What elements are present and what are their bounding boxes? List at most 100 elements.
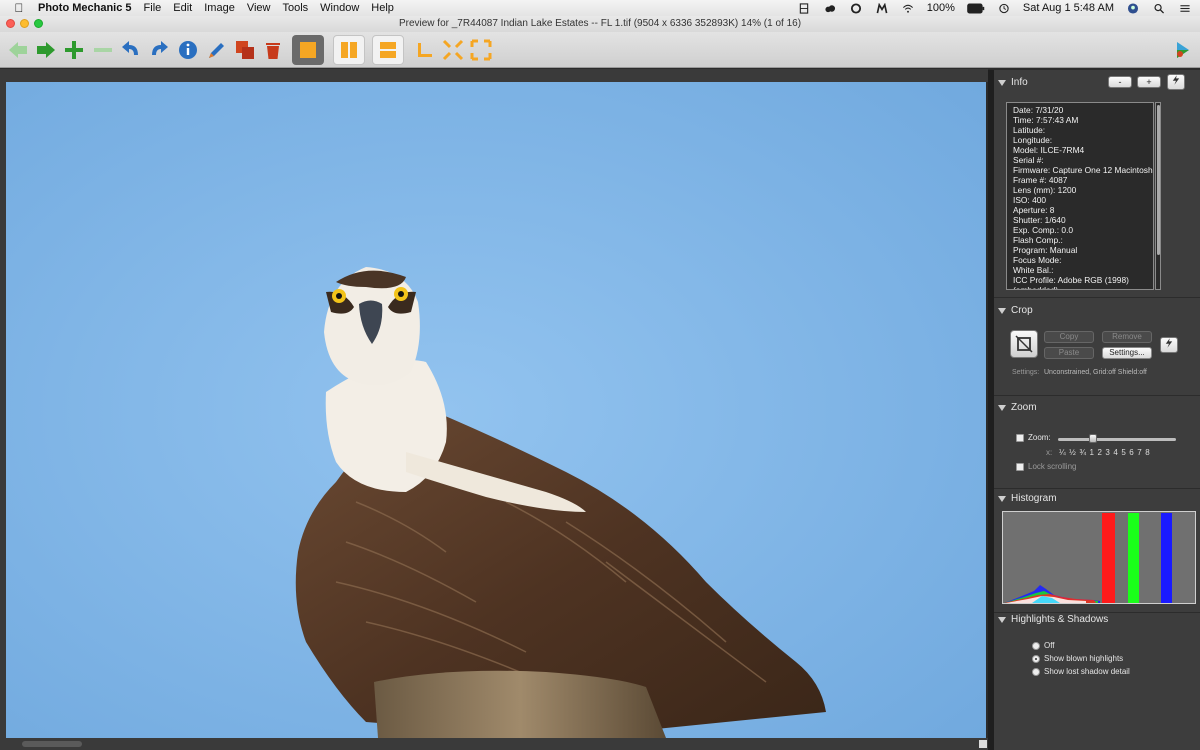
rotate-right-icon[interactable] [145,36,173,64]
zoom-scale-mark[interactable]: 8 [1145,448,1149,457]
menu-file[interactable]: File [138,2,168,14]
disclosure-triangle-icon[interactable] [998,79,1006,86]
edit-pen-icon[interactable] [202,36,230,64]
zoom-scale-mark[interactable]: 6 [1129,448,1133,457]
grammarly-icon[interactable] [849,2,863,14]
exif-line: (embedded) [1013,285,1059,290]
info-title: Info [1011,77,1028,88]
exif-line: Time: 7:57:43 AM [1013,115,1079,125]
menu-window[interactable]: Window [314,2,365,14]
single-view-icon[interactable] [292,35,324,65]
exif-line: Lens (mm): 1200 [1013,185,1077,195]
disclosure-triangle-icon[interactable] [998,616,1006,623]
image-preview[interactable] [6,82,986,738]
info-minus-button[interactable]: - [1108,76,1132,88]
exif-line: Frame #: 4087 [1013,175,1068,185]
zoom-scale-mark[interactable]: ½ [1069,448,1076,457]
info-section-header[interactable]: Info [998,77,1028,88]
zoom-section-header[interactable]: Zoom [998,402,1037,413]
highlights-off-radio[interactable] [1032,642,1040,650]
crop-settings-button[interactable]: Settings... [1102,347,1152,359]
zoom-scale-mark[interactable]: 3 [1105,448,1109,457]
resize-handle[interactable] [979,740,987,748]
zoom-scale-mark[interactable]: ¼ [1059,448,1066,457]
zoom-checkbox[interactable] [1016,434,1024,442]
exif-line: Focus Mode: [1013,255,1062,265]
disclosure-triangle-icon[interactable] [998,404,1006,411]
horizontal-scrollbar[interactable] [22,741,82,747]
info-icon[interactable] [174,36,202,64]
menu-help[interactable]: Help [365,2,400,14]
crop-section-header[interactable]: Crop [998,305,1033,316]
copy-icon[interactable] [231,36,259,64]
show-blown-highlights-radio[interactable] [1032,655,1040,663]
zoom-expand-icon[interactable] [467,36,495,64]
show-lost-shadow-radio[interactable] [1032,668,1040,676]
zoom-slider-track [1058,438,1176,441]
crop-corner-icon[interactable] [411,36,439,64]
crop-icon [1015,335,1033,353]
histogram-title: Histogram [1011,493,1057,504]
histogram-section-header[interactable]: Histogram [998,493,1057,504]
zoom-slider-thumb[interactable] [1089,434,1097,443]
exif-line: Shutter: 1/640 [1013,215,1066,225]
highlights-section-header[interactable]: Highlights & Shadows [998,614,1108,625]
menu-edit[interactable]: Edit [167,2,198,14]
minus-icon[interactable] [89,36,117,64]
zoom-scale-mark[interactable]: 1 [1090,448,1094,457]
show-lost-shadow-label: Show lost shadow detail [1044,667,1130,676]
time-machine-icon[interactable] [997,3,1011,14]
info-plus-button[interactable]: + [1137,76,1161,88]
zoom-scale-mark[interactable]: ¾ [1079,448,1086,457]
malwarebytes-icon[interactable] [875,2,889,14]
control-center-icon[interactable] [1178,3,1192,14]
window-title: Preview for _7R44087 Indian Lake Estates… [398,18,802,29]
battery-percent: 100% [926,2,955,14]
rotate-left-icon[interactable] [117,36,145,64]
menu-tools[interactable]: Tools [276,2,314,14]
highlights-off-label: Off [1044,641,1055,650]
zoom-scale-mark[interactable]: 5 [1121,448,1125,457]
user-avatar-icon[interactable] [1126,2,1140,14]
film-strip-icon[interactable] [797,2,811,14]
crop-remove-button[interactable]: Remove [1102,331,1152,343]
zoom-slider[interactable] [1058,434,1176,446]
battery-icon[interactable] [967,3,985,14]
previous-arrow-icon[interactable] [4,36,32,64]
zoom-fit-icon[interactable] [439,36,467,64]
osprey-photo [6,82,986,738]
minimize-window-button[interactable] [20,19,29,28]
exif-info-box[interactable]: Date: 7/31/20 Time: 7:57:43 AM Latitude: Lo… [1006,102,1154,290]
zoom-scale-mark[interactable]: 2 [1097,448,1101,457]
lock-scrolling-checkbox[interactable] [1016,463,1024,471]
exif-line: ICC Profile: Adobe RGB (1998) [1013,275,1129,285]
exif-line: Date: 7/31/20 [1013,105,1064,115]
menu-clock[interactable]: Sat Aug 1 5:48 AM [1023,2,1114,14]
zoom-scale-mark[interactable]: 7 [1137,448,1141,457]
trash-icon[interactable] [259,36,287,64]
info-lightning-button[interactable] [1167,74,1185,90]
plus-icon[interactable] [60,36,88,64]
side-by-side-icon[interactable] [333,35,365,65]
next-arrow-icon[interactable] [32,36,60,64]
crop-paste-button[interactable]: Paste [1044,347,1094,359]
menu-image[interactable]: Image [198,2,241,14]
crop-lightning-button[interactable] [1160,337,1178,353]
disclosure-triangle-icon[interactable] [998,495,1006,502]
crop-copy-button[interactable]: Copy [1044,331,1094,343]
creative-cloud-icon[interactable] [823,3,837,14]
crop-tool-button[interactable] [1010,330,1038,358]
stacked-view-icon[interactable] [372,35,404,65]
info-scrollbar[interactable] [1155,102,1161,290]
zoom-scale-mark[interactable]: 4 [1113,448,1117,457]
menu-app-name[interactable]: Photo Mechanic 5 [38,2,138,14]
spotlight-search-icon[interactable] [1152,3,1166,14]
disclosure-triangle-icon[interactable] [998,307,1006,314]
wifi-icon[interactable] [901,3,915,14]
exif-line: ISO: 400 [1013,195,1047,205]
zoom-window-button[interactable] [34,19,43,28]
menu-view[interactable]: View [241,2,277,14]
close-window-button[interactable] [6,19,15,28]
apple-icon[interactable]:  [0,1,38,15]
exif-line: White Bal.: [1013,265,1054,275]
